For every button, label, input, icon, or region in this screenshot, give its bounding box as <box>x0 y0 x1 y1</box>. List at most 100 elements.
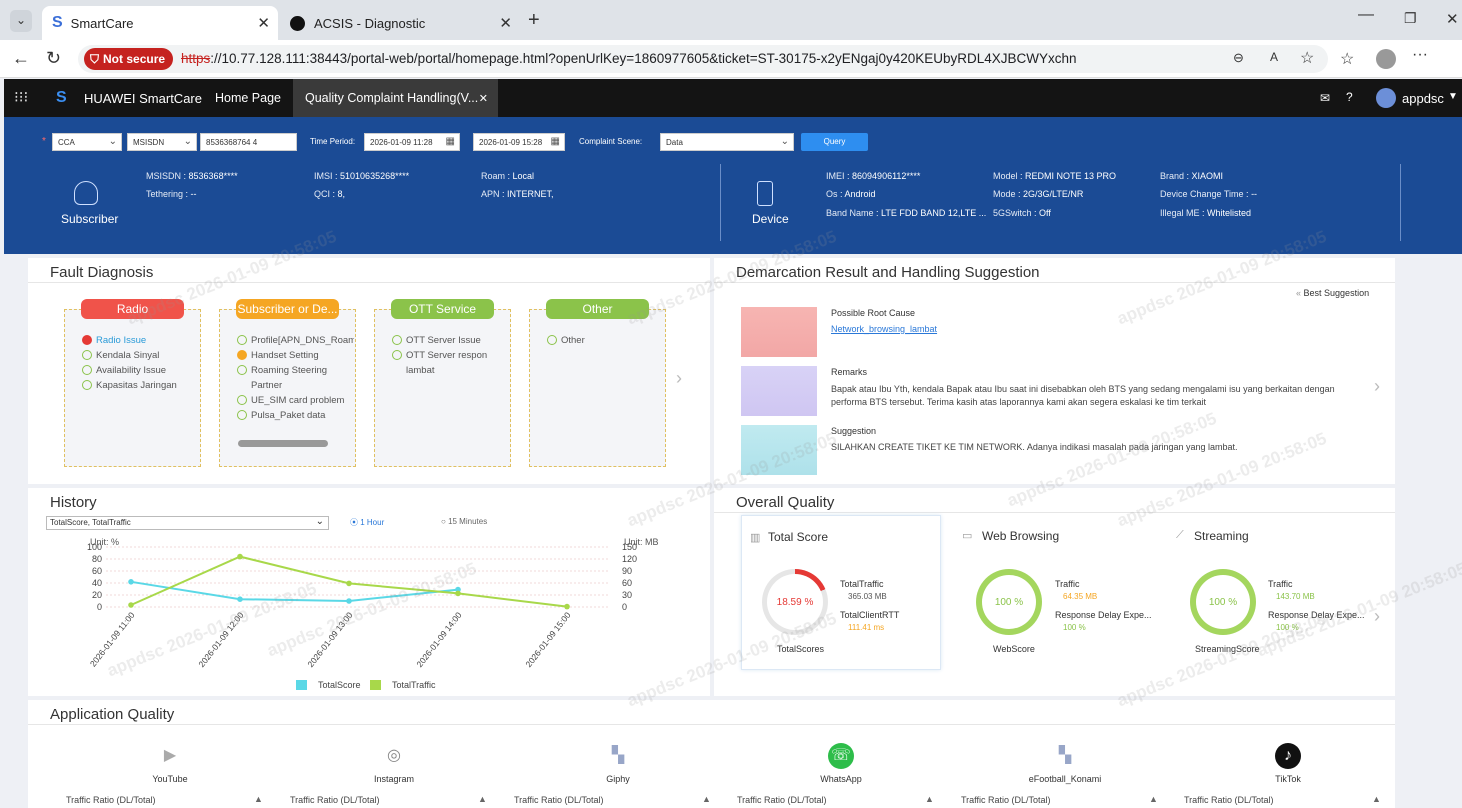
data-point[interactable] <box>237 553 243 560</box>
legend-swatch[interactable] <box>370 680 381 690</box>
info-mode: Mode : 2G/3G/LTE/NR <box>993 189 1084 199</box>
chevron-right-icon[interactable]: › <box>1374 606 1380 627</box>
chevron-right-icon[interactable]: › <box>1374 376 1380 397</box>
back-icon[interactable]: ← <box>12 48 30 69</box>
calendar-icon[interactable]: ▦ <box>446 136 455 147</box>
radio-1-hour[interactable]: ⦿ 1 Hour <box>350 517 384 528</box>
tab-list-icon[interactable]: ⌄ <box>10 10 32 32</box>
fault-item[interactable]: Other <box>547 333 664 348</box>
data-point[interactable] <box>564 603 570 610</box>
data-point[interactable] <box>346 580 352 587</box>
app-item[interactable]: ☏ WhatsApp <box>781 740 901 784</box>
data-point[interactable] <box>455 590 461 597</box>
favorites-icon[interactable]: ☆ <box>1340 49 1354 69</box>
restore-button[interactable]: ❐ <box>1404 10 1417 27</box>
fault-category-pill[interactable]: Subscriber or De... <box>236 299 339 319</box>
close-tab-icon[interactable]: ✕ <box>479 92 488 105</box>
chevron-right-icon[interactable]: › <box>676 368 682 389</box>
legend-swatch[interactable] <box>296 680 307 690</box>
sort-up-icon[interactable]: ▲ <box>254 794 263 804</box>
msisdn-input[interactable]: 8536368764 4 <box>200 133 297 151</box>
app-item[interactable]: ◎ Instagram <box>334 740 454 784</box>
fault-item[interactable]: Kendala Sinyal <box>82 348 199 363</box>
reload-icon[interactable]: ↻ <box>46 48 61 69</box>
fault-item[interactable]: UE_SIM card problem <box>237 393 354 408</box>
metric-value: 64.35 MB <box>1063 592 1098 601</box>
app-item[interactable]: ▚ Giphy <box>558 740 678 784</box>
browser-tab-acsis[interactable]: ACSIS - Diagnostic ✕ <box>280 6 520 40</box>
best-suggestion-link[interactable]: « Best Suggestion <box>1296 288 1369 298</box>
data-point[interactable] <box>128 602 134 608</box>
root-cause-link[interactable]: Network_browsing_lambat <box>831 324 937 334</box>
tab-quality-complaint[interactable]: Quality Complaint Handling(V... ✕ <box>293 79 498 117</box>
fault-item[interactable]: Radio Issue <box>82 333 199 348</box>
app-launcher-icon[interactable]: ⁝⁝⁝ <box>14 88 28 106</box>
complaint-scene-select[interactable]: Data ⌄ <box>660 133 794 151</box>
overall-quality-card: Overall Quality ▥ Total Score 18.59 % To… <box>714 488 1395 696</box>
info-key: Illegal ME <box>1160 208 1200 218</box>
data-point[interactable] <box>128 579 134 585</box>
horizontal-scrollbar[interactable] <box>238 440 328 447</box>
query-type-select[interactable]: CCA ⌄ <box>52 133 122 151</box>
fault-item[interactable]: Pulsa_Paket data <box>237 408 354 423</box>
sort-up-icon[interactable]: ▲ <box>478 794 487 804</box>
data-point[interactable] <box>346 598 352 604</box>
url-box[interactable]: ⛉ Not secure https://10.77.128.111:38443… <box>78 45 1328 73</box>
more-menu-icon[interactable]: ··· <box>1412 46 1428 64</box>
query-button[interactable]: Query <box>801 133 868 151</box>
app-item[interactable]: ▶ YouTube <box>110 740 230 784</box>
minimize-button[interactable]: — <box>1358 6 1374 24</box>
window-close-button[interactable]: ✕ <box>1446 10 1459 28</box>
sort-up-icon[interactable]: ▲ <box>1372 794 1381 804</box>
fault-item[interactable]: Roaming Steering Partner <box>237 363 354 393</box>
fault-category-pill[interactable]: Radio <box>81 299 184 319</box>
calendar-icon[interactable]: ▦ <box>551 136 560 147</box>
chevron-down-icon: ⌄ <box>315 516 324 527</box>
fault-category-pill[interactable]: OTT Service <box>391 299 494 319</box>
fault-item[interactable]: Profile[APN_DNS_Roam <box>237 333 354 348</box>
sort-up-icon[interactable]: ▲ <box>1149 794 1158 804</box>
user-avatar[interactable] <box>1376 88 1396 108</box>
metric-value: 365.03 MB <box>848 592 887 601</box>
data-point[interactable] <box>237 596 243 602</box>
check-circle-icon <box>392 350 402 360</box>
fault-item[interactable]: Availability Issue <box>82 363 199 378</box>
start-time-input[interactable]: 2026-01-09 11:28 ▦ <box>364 133 460 151</box>
id-type-select[interactable]: MSISDN ⌄ <box>127 133 197 151</box>
read-aloud-icon[interactable]: A <box>1270 50 1278 64</box>
fault-item[interactable]: OTT Server Issue <box>392 333 509 348</box>
end-time-input[interactable]: 2026-01-09 15:28 ▦ <box>473 133 565 151</box>
help-icon[interactable]: ? <box>1346 90 1353 104</box>
app-item[interactable]: ▚ eFootball_Konami <box>1005 740 1125 784</box>
fault-item[interactable]: Handset Setting <box>237 348 354 363</box>
chevron-down-icon[interactable]: ▼ <box>1448 91 1458 102</box>
new-tab-button[interactable]: + <box>528 9 540 32</box>
check-circle-icon <box>82 350 92 360</box>
sort-up-icon[interactable]: ▲ <box>702 794 711 804</box>
security-badge[interactable]: ⛉ Not secure <box>84 48 174 70</box>
favorite-star-icon[interactable]: ☆ <box>1300 48 1314 68</box>
browser-tab-smartcare[interactable]: S SmartCare ✕ <box>42 6 278 40</box>
total-score-panel[interactable]: ▥ Total Score 18.59 % TotalScores TotalT… <box>741 515 941 670</box>
mail-icon[interactable]: ✉ <box>1320 91 1330 105</box>
fault-item-label: Other <box>561 335 585 346</box>
close-tab-icon[interactable]: ✕ <box>499 14 512 32</box>
fault-category-pill[interactable]: Other <box>546 299 649 319</box>
close-tab-icon[interactable]: ✕ <box>257 14 270 32</box>
legend-label[interactable]: TotalTraffic <box>392 680 436 690</box>
user-name[interactable]: appdsc <box>1402 91 1444 106</box>
url-text[interactable]: https://10.77.128.111:38443/portal-web/p… <box>181 51 1077 66</box>
browser-tab-title: ACSIS - Diagnostic <box>314 15 426 31</box>
fault-item[interactable]: OTT Server respon lambat <box>392 348 509 378</box>
tab-home-page[interactable]: Home Page <box>204 79 292 117</box>
radio-15-minutes[interactable]: ○ 15 Minutes <box>441 517 487 526</box>
app-name: Instagram <box>373 774 415 784</box>
profile-avatar[interactable] <box>1376 49 1396 69</box>
y-tick-label-right: 90 <box>622 566 632 576</box>
fault-item[interactable]: Kapasitas Jaringan <box>82 378 199 393</box>
legend-label[interactable]: TotalScore <box>318 680 361 690</box>
zoom-icon[interactable]: ⊖ <box>1233 50 1244 66</box>
sort-up-icon[interactable]: ▲ <box>925 794 934 804</box>
metric-value: 100 % <box>1276 623 1299 632</box>
app-item[interactable]: ♪ TikTok <box>1228 740 1348 784</box>
